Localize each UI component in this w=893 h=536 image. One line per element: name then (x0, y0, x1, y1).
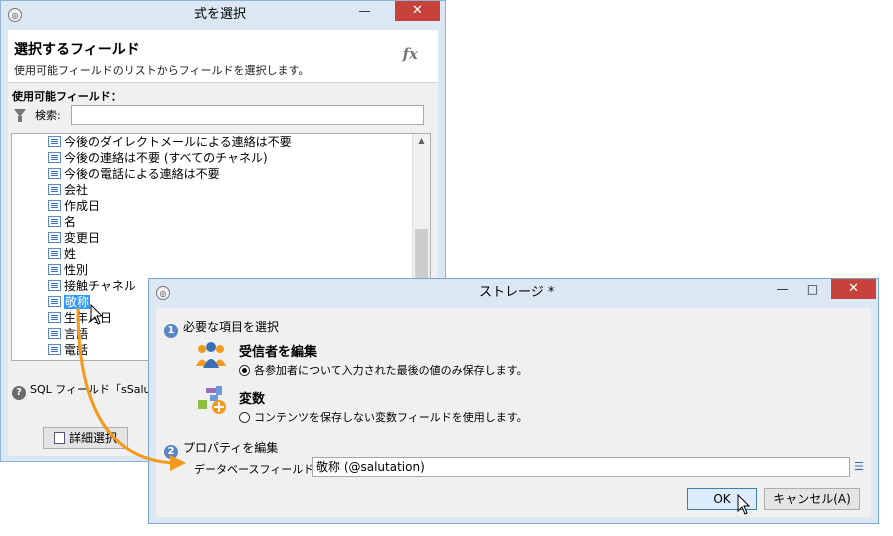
tree-item[interactable]: 敬称 (48, 294, 91, 310)
tree-item[interactable]: 生年月日 (48, 310, 112, 326)
list-field-icon (48, 280, 61, 291)
ok-button[interactable]: OK (687, 488, 757, 510)
field-picker-icon[interactable]: ☰ (850, 457, 868, 477)
tree-item[interactable]: 今後の電話による連絡は不要 (48, 166, 220, 182)
section-edit-properties: 2 プロパティを編集 (164, 439, 278, 459)
tree-item[interactable]: 変更日 (48, 230, 100, 246)
dialog-header: 選択するフィールド 使用可能フィールドのリストからフィールドを選択します。 fx (8, 30, 438, 83)
edit-recipient-option[interactable]: 各参加者について入力された最後の値のみ保存します。 (239, 362, 528, 378)
advanced-selection-button[interactable]: 詳細選択 (43, 427, 128, 449)
calendar-icon (53, 432, 65, 444)
tree-item[interactable]: 姓 (48, 246, 76, 262)
sql-info-text: SQL フィールド「sSaluta (30, 383, 162, 396)
list-field-icon (48, 360, 61, 361)
list-field-icon (48, 232, 61, 243)
list-field-icon (48, 344, 61, 355)
tree-item-label: 郵便 (64, 359, 88, 360)
fx-icon: fx (402, 45, 418, 63)
radio-variable[interactable] (239, 412, 250, 423)
dialog-subtitle: 使用可能フィールドのリストからフィールドを選択します。 (14, 64, 310, 77)
close-button[interactable]: ✕ (831, 279, 876, 299)
database-field-label: データベースフィールド: (194, 463, 318, 476)
tree-item[interactable]: 名 (48, 214, 76, 230)
list-field-icon (48, 312, 61, 323)
tree-item-label: 今後のダイレクトメールによる連絡は不要 (64, 135, 292, 149)
radio-edit-recipient[interactable] (239, 365, 250, 376)
section-select-item: 1 必要な項目を選択 (164, 318, 279, 338)
cancel-button[interactable]: キャンセル(A) (764, 488, 860, 510)
dialog-heading: 選択するフィールド (14, 42, 140, 58)
variable-label: コンテンツを保存しない変数フィールドを使用します。 (254, 411, 528, 424)
storage-window: ◎ ストレージ * — □ ✕ 1 必要な項目を選択 受信者を編集 各参加者につい… (148, 278, 879, 524)
add-variable-icon (198, 386, 226, 414)
tree-item[interactable]: 会社 (48, 182, 88, 198)
tree-item[interactable]: 電話 (48, 342, 88, 358)
tree-item-label: 作成日 (64, 199, 101, 213)
tree-item-label: 敬称 (64, 295, 91, 309)
list-field-icon (48, 152, 61, 163)
tree-item[interactable]: 作成日 (48, 198, 100, 214)
search-input[interactable] (71, 105, 424, 125)
sql-info: ? SQL フィールド「sSaluta (12, 381, 162, 400)
tree-item[interactable]: 言語 (48, 326, 88, 342)
window-title: 式を選択 (194, 7, 247, 22)
app-icon: ◎ (8, 8, 22, 22)
minimize-button[interactable]: — (769, 279, 796, 299)
tree-item[interactable]: 接触チャネル (48, 278, 136, 294)
step-number-badge: 2 (164, 445, 178, 459)
list-field-icon (48, 216, 61, 227)
close-button[interactable]: ✕ (395, 1, 440, 21)
list-field-icon (48, 264, 61, 275)
window-titlebar[interactable]: ◎ 式を選択 — ✕ (1, 1, 445, 29)
tree-item-label: 接触チャネル (64, 279, 136, 293)
tree-item-label: 電話 (64, 343, 89, 357)
list-field-icon (48, 296, 61, 307)
tree-item-label: 名 (64, 215, 77, 229)
list-field-icon (48, 200, 61, 211)
tree-item-label: 今後の電話による連絡は不要 (64, 167, 220, 181)
list-field-icon (48, 184, 61, 195)
help-icon: ? (12, 386, 26, 400)
section-title: プロパティを編集 (183, 441, 279, 455)
scroll-up-arrow-icon[interactable]: ▲ (413, 134, 430, 148)
database-field-input[interactable]: 敬称 (@salutation) (312, 457, 850, 477)
tree-item-label: 会社 (64, 183, 89, 197)
edit-recipient-label: 各参加者について入力された最後の値のみ保存します。 (254, 364, 528, 377)
step-number-badge: 1 (164, 324, 178, 338)
advanced-selection-label: 詳細選択 (68, 431, 117, 445)
edit-recipient-title: 受信者を編集 (239, 345, 318, 360)
tree-item-label: 姓 (64, 247, 77, 261)
search-label: 検索: (35, 109, 61, 122)
window-titlebar[interactable]: ◎ ストレージ * — □ ✕ (149, 279, 878, 307)
tree-item[interactable]: 郵便 (48, 358, 88, 361)
tree-item-label: 性別 (64, 263, 89, 277)
list-field-icon (48, 136, 61, 147)
group-users-icon (196, 342, 226, 368)
filter-icon (14, 109, 26, 122)
app-icon: ◎ (156, 286, 170, 300)
variable-option[interactable]: コンテンツを保存しない変数フィールドを使用します。 (239, 409, 528, 425)
section-title: 必要な項目を選択 (183, 320, 280, 334)
tree-item-label: 言語 (64, 327, 89, 341)
maximize-button[interactable]: □ (799, 279, 826, 299)
list-field-icon (48, 248, 61, 259)
tree-item-label: 変更日 (64, 231, 101, 245)
tree-item[interactable]: 性別 (48, 262, 88, 278)
minimize-button[interactable]: — (351, 1, 378, 21)
list-field-icon (48, 328, 61, 339)
window-title: ストレージ * (479, 285, 555, 300)
tree-item[interactable]: 今後のダイレクトメールによる連絡は不要 (48, 134, 292, 150)
list-field-icon (48, 168, 61, 179)
tree-item[interactable]: 今後の連絡は不要 (すべてのチャネル) (48, 150, 268, 166)
dialog-content: 1 必要な項目を選択 受信者を編集 各参加者について入力された最後の値のみ保存しま… (156, 308, 871, 517)
variable-title: 変数 (239, 392, 266, 407)
tree-item-label: 生年月日 (64, 311, 113, 325)
available-fields-label: 使用可能フィールド： (12, 90, 122, 103)
tree-item-label: 今後の連絡は不要 (すべてのチャネル) (64, 151, 268, 165)
